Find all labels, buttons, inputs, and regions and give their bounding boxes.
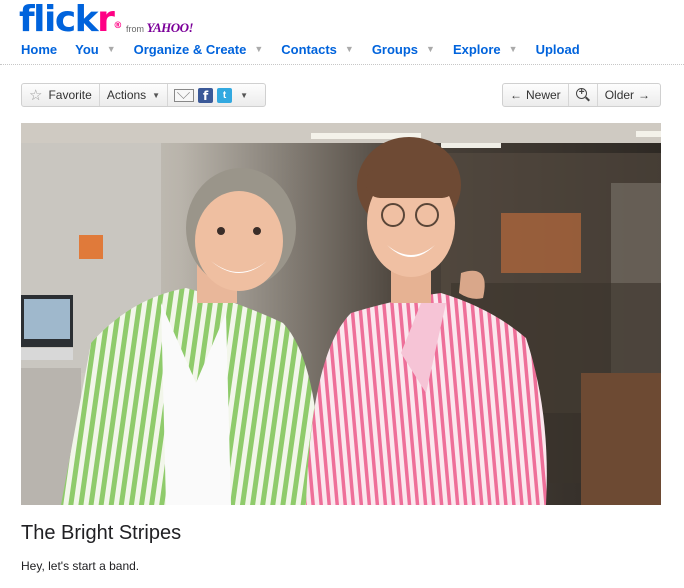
nav-home[interactable]: Home [21,42,57,57]
nav-organize-label: Organize & Create [133,41,247,57]
nav-contacts-label: Contacts [281,41,337,57]
favorite-label: Favorite [48,88,92,102]
twitter-icon[interactable]: t [217,87,233,103]
star-icon: ☆ [29,87,43,104]
chevron-down-icon[interactable]: ▼ [254,44,263,54]
older-button[interactable]: Older → [598,84,657,106]
nav-organize-create[interactable]: Organize & Create ▼ [134,42,264,57]
actions-label: Actions [106,88,147,102]
nav-groups[interactable]: Groups ▼ [372,42,435,57]
nav-upload-label: Upload [535,41,580,57]
yahoo-logo: YAHOO! [146,20,194,35]
facebook-icon[interactable]: f [198,87,214,103]
arrow-left-icon: ← [510,88,522,102]
main-photo[interactable] [21,123,661,505]
registered-mark: ® [113,21,123,31]
older-label: Older [604,88,635,102]
zoom-in-icon: + [575,87,590,102]
photo-illustration [21,123,661,505]
nav-explore-label: Explore [452,41,501,57]
share-buttons: f t ▼ [168,84,252,106]
photo-title: The Bright Stripes [21,522,182,544]
flickr-logo[interactable]: flickr® [19,0,122,40]
zoom-button[interactable]: + [569,84,597,106]
logo-text-blue: flick [19,0,99,40]
chevron-down-icon[interactable]: ▼ [107,44,116,54]
photo-navigation-toolbar: ← Newer + Older → [502,83,661,107]
nav-you-label: You [75,41,99,57]
photo-actions-toolbar: ☆ Favorite Actions ▼ f t ▼ [21,83,266,107]
photo-description: Hey, let's start a band. [21,559,140,573]
chevron-down-icon[interactable]: ▼ [345,44,354,54]
nav-upload[interactable]: Upload [536,42,580,57]
actions-menu-button[interactable]: Actions ▼ [100,84,167,106]
nav-you[interactable]: You ▼ [75,42,116,57]
share-more-chevron-down-icon[interactable]: ▼ [240,91,248,100]
chevron-down-icon: ▼ [152,90,161,100]
from-label: from [126,24,144,34]
nav-contacts[interactable]: Contacts ▼ [281,42,354,57]
email-icon[interactable] [174,88,195,102]
newer-button[interactable]: ← Newer [503,84,568,106]
arrow-right-icon: → [638,88,651,102]
nav-explore[interactable]: Explore ▼ [453,42,518,57]
main-nav: Home You ▼ Organize & Create ▼ Contacts ▼ G… [21,40,580,58]
logo-text-pink: r [97,0,115,40]
header-divider [0,64,684,65]
nav-groups-label: Groups [371,41,419,57]
chevron-down-icon[interactable]: ▼ [509,44,518,54]
chevron-down-icon[interactable]: ▼ [426,44,435,54]
nav-home-label: Home [21,41,58,57]
newer-label: Newer [526,88,561,102]
favorite-button[interactable]: ☆ Favorite [22,84,99,106]
from-yahoo-badge: from YAHOO! [126,20,194,36]
